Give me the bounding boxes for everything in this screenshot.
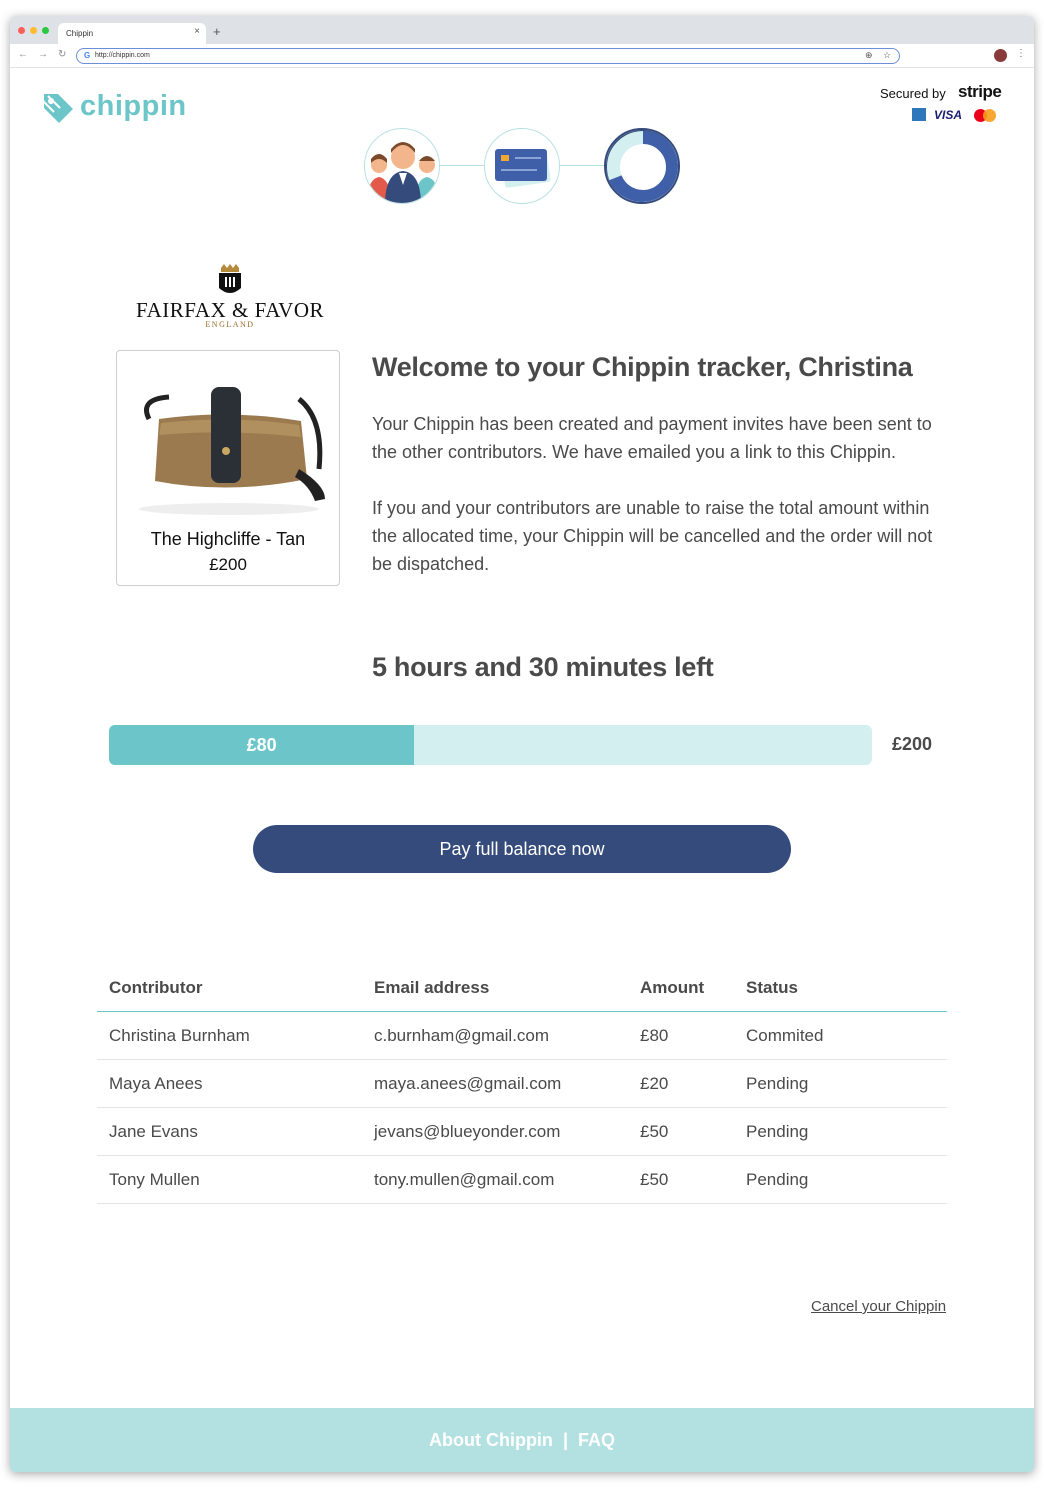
contributor-name: Maya Anees — [109, 1074, 203, 1093]
crest-icon — [219, 264, 241, 293]
amount-raised: £80 — [246, 735, 277, 755]
product-name: The Highcliffe - Tan — [150, 529, 306, 549]
handbag-image — [139, 387, 325, 515]
bookmark-star-icon[interactable]: ☆ — [883, 50, 891, 61]
funding-progress-bar: £80 — [109, 725, 872, 765]
reload-icon[interactable]: ↻ — [58, 49, 66, 60]
pay-full-balance-button[interactable]: Pay full balance now — [253, 825, 791, 873]
contributor-email: c.burnham@gmail.com — [374, 1026, 550, 1045]
tab-close-icon[interactable]: × — [194, 26, 200, 37]
tag-icon — [41, 94, 73, 123]
stripe-logo: stripe — [958, 82, 1002, 101]
contributor-status: Pending — [746, 1074, 809, 1093]
contributor-name: Tony Mullen — [109, 1170, 200, 1189]
contributor-name: Christina Burnham — [109, 1026, 250, 1045]
time-remaining: 5 hours and 30 minutes left — [372, 652, 714, 682]
logo-text: chippin — [80, 90, 187, 122]
table-row: Tony Mullen tony.mullen@gmail.com £50 Pe… — [97, 1156, 947, 1204]
table-row: Christina Burnham c.burnham@gmail.com £8… — [97, 1012, 947, 1060]
about-chippin-link[interactable]: About Chippin — [429, 1430, 553, 1450]
forward-arrow-icon[interactable]: → — [38, 49, 48, 60]
total-amount: £200 — [892, 734, 933, 754]
footer-separator: | — [562, 1430, 568, 1450]
contributor-amount: £50 — [640, 1122, 669, 1141]
contributor-email: maya.anees@gmail.com — [374, 1074, 562, 1093]
tracker-step-icon — [604, 128, 680, 204]
footer: About Chippin | FAQ — [10, 1408, 1034, 1472]
minimize-window-button[interactable] — [30, 27, 37, 34]
contributor-email: tony.mullen@gmail.com — [374, 1170, 555, 1189]
close-window-button[interactable] — [18, 27, 25, 34]
contributor-email: jevans@blueyonder.com — [374, 1122, 561, 1141]
contributor-amount: £20 — [640, 1074, 669, 1093]
contributor-status: Commited — [746, 1026, 824, 1045]
location-icon[interactable]: ⊕ — [865, 50, 873, 61]
visa-icon: VISA — [934, 108, 963, 122]
secured-by-label: Secured by — [880, 86, 946, 101]
back-arrow-icon[interactable]: ← — [18, 49, 28, 60]
contributor-status: Pending — [746, 1170, 809, 1189]
maximize-window-button[interactable] — [42, 27, 49, 34]
browser-tab[interactable]: Chippin × — [58, 23, 206, 44]
table-row: Jane Evans jevans@blueyonder.com £50 Pen… — [97, 1108, 947, 1156]
contributor-amount: £50 — [640, 1170, 669, 1189]
cancel-chippin-link[interactable]: Cancel your Chippin — [811, 1298, 946, 1315]
url-input[interactable]: G http://chippin.com ⊕ ☆ — [76, 48, 900, 64]
google-icon: G — [84, 51, 91, 60]
contributor-amount: £80 — [640, 1026, 669, 1045]
page-title: Welcome to your Chippin tracker, Christi… — [372, 352, 913, 382]
column-header-email: Email address — [374, 978, 490, 997]
contributors-step-icon — [364, 128, 440, 204]
faq-link[interactable]: FAQ — [578, 1430, 615, 1450]
column-header-amount: Amount — [640, 978, 705, 997]
contributor-status: Pending — [746, 1122, 809, 1141]
progress-steps — [362, 126, 688, 206]
tab-bar: Chippin × + — [10, 16, 1034, 44]
amex-icon — [912, 108, 926, 121]
tab-title: Chippin — [66, 29, 94, 38]
browser-window: Chippin × + ← → ↻ G http://chippin.com ⊕… — [10, 16, 1034, 1472]
new-tab-button[interactable]: + — [213, 25, 221, 38]
chippin-logo[interactable]: chippin — [40, 88, 200, 128]
welcome-paragraph-2: If you and your contributors are unable … — [372, 498, 933, 574]
retailer-logo: FAIRFAX & FAVOR ENGLAND — [130, 264, 330, 334]
brand-subtitle: ENGLAND — [205, 320, 255, 329]
table-header: Contributor Email address Amount Status — [97, 974, 947, 1012]
profile-avatar[interactable] — [994, 49, 1007, 62]
contributors-table: Contributor Email address Amount Status … — [97, 974, 947, 1204]
column-header-status: Status — [746, 978, 798, 997]
table-row: Maya Anees maya.anees@gmail.com £20 Pend… — [97, 1060, 947, 1108]
card-step-icon — [484, 128, 560, 204]
product-card: The Highcliffe - Tan £200 — [116, 350, 340, 586]
url-text: http://chippin.com — [95, 52, 150, 59]
address-bar: ← → ↻ G http://chippin.com ⊕ ☆ ⋮ — [10, 44, 1034, 68]
column-header-contributor: Contributor — [109, 978, 203, 997]
contributor-name: Jane Evans — [109, 1122, 198, 1141]
browser-menu-icon[interactable]: ⋮ — [1016, 48, 1026, 59]
product-price: £200 — [209, 555, 247, 574]
welcome-paragraph-1: Your Chippin has been created and paymen… — [372, 414, 932, 462]
